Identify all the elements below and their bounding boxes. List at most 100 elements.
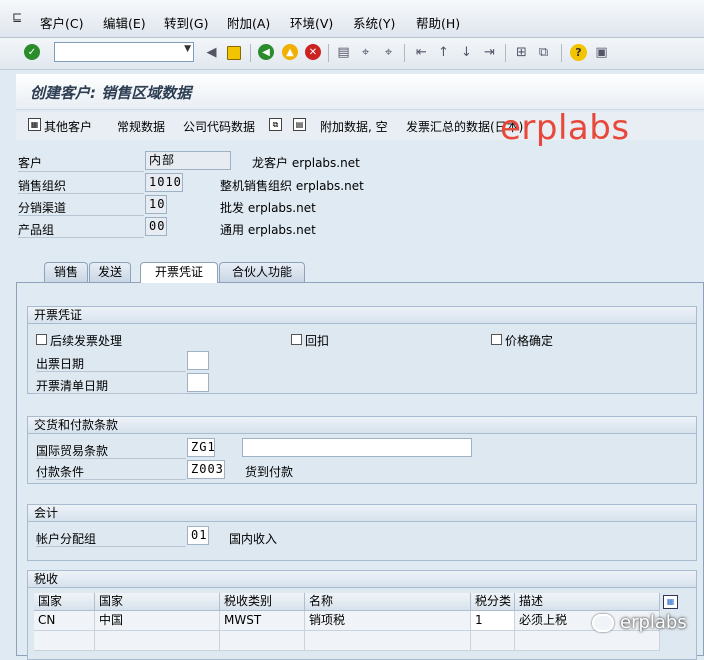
table-cell: 销项税 xyxy=(305,611,471,631)
tab-sales[interactable]: 销售 xyxy=(44,262,88,282)
tab-partner-functions[interactable]: 合伙人功能 xyxy=(219,262,305,282)
page-title: 创建客户: 销售区域数据 xyxy=(30,84,192,102)
underline xyxy=(36,479,186,480)
accounting-group: 会计 帐户分配组 01 国内收入 xyxy=(27,504,697,561)
sales-org-field[interactable]: 1010 xyxy=(145,173,183,192)
underline xyxy=(18,237,144,238)
underline xyxy=(36,458,186,459)
column-header-description[interactable]: 描述 xyxy=(515,593,660,611)
tab-billing[interactable]: 开票凭证 xyxy=(140,262,218,283)
layout-icon[interactable]: ▣ xyxy=(593,44,610,61)
shortcut-icon[interactable]: ⧉ xyxy=(535,44,552,61)
system-menu-icon[interactable]: ⊑ xyxy=(12,10,28,24)
print-icon[interactable]: ▤ xyxy=(335,44,352,61)
prev-page-icon[interactable]: ↑ xyxy=(435,44,452,61)
menu-customer[interactable]: 客户(C) xyxy=(40,13,83,32)
additional-data-button[interactable]: 附加数据, 空 xyxy=(320,118,388,135)
price-determination-checkbox[interactable] xyxy=(491,334,502,345)
rebate-label: 回扣 xyxy=(305,334,330,348)
tax-class-input[interactable]: 1 xyxy=(471,611,515,631)
command-field[interactable]: ▼ xyxy=(54,42,194,62)
menu-goto[interactable]: 转到(G) xyxy=(164,13,208,32)
find-next-icon[interactable]: ⌖ xyxy=(380,44,397,61)
table-cell: CN xyxy=(34,611,95,631)
customer-field[interactable]: 内部 xyxy=(145,151,231,170)
acct-group-desc: 国内收入 xyxy=(229,532,278,546)
table-cell xyxy=(471,631,515,651)
help-icon[interactable]: ? xyxy=(570,44,587,61)
table-cell: MWST xyxy=(220,611,305,631)
toolbar-separator xyxy=(250,44,251,62)
column-header-country-name[interactable]: 国家 xyxy=(95,593,220,611)
column-header-tax-class[interactable]: 税分类 xyxy=(471,593,515,611)
invoice-list-dates-label: 开票清单日期 xyxy=(36,379,109,393)
tab-panel: 开票凭证 后续发票处理 回扣 价格确定 出票日期 开票清单日期 交货和付款条款 … xyxy=(16,282,704,660)
delivery-payment-title: 交货和付款条款 xyxy=(28,417,696,434)
column-header-country[interactable]: 国家 xyxy=(34,593,95,611)
menu-extras[interactable]: 附加(A) xyxy=(227,13,270,32)
menu-edit[interactable]: 编辑(E) xyxy=(103,13,146,32)
column-header-tax-category[interactable]: 税收类别 xyxy=(220,593,305,611)
toolbar-separator xyxy=(561,44,562,62)
chevron-down-icon[interactable]: ▼ xyxy=(184,44,191,54)
sales-org-desc: 整机销售组织 erplabs.net xyxy=(220,179,364,193)
division-field[interactable]: 00 xyxy=(145,217,167,236)
table-cell xyxy=(220,631,305,651)
next-page-icon[interactable]: ↓ xyxy=(458,44,475,61)
general-data-button[interactable]: 常规数据 xyxy=(117,118,165,135)
table-cell: 中国 xyxy=(95,611,220,631)
incoterms-field[interactable]: ZG1 xyxy=(187,438,215,457)
menu-system[interactable]: 系统(Y) xyxy=(353,13,395,32)
menu-help[interactable]: 帮助(H) xyxy=(416,13,460,32)
copy-icon[interactable]: ⧉ xyxy=(269,118,282,131)
accounting-title: 会计 xyxy=(28,505,696,522)
menu-environment[interactable]: 环境(V) xyxy=(290,13,333,32)
other-customer-button[interactable]: 其他客户 xyxy=(44,118,92,135)
incoterms-label: 国际贸易条款 xyxy=(36,444,109,458)
create-session-icon[interactable]: ⊞ xyxy=(513,44,530,61)
table-cell xyxy=(95,631,220,651)
table-cell xyxy=(515,631,660,651)
exit-icon[interactable]: ▲ xyxy=(282,44,298,60)
screen-title-bar: 创建客户: 销售区域数据 xyxy=(16,74,704,110)
invoice-dates-field[interactable] xyxy=(187,351,209,370)
save-icon[interactable] xyxy=(227,46,241,60)
acct-group-field[interactable]: 01 xyxy=(187,526,209,545)
incoterms-part2-field[interactable] xyxy=(242,438,472,457)
underline xyxy=(18,171,144,172)
last-page-icon[interactable]: ⇥ xyxy=(481,44,498,61)
toolbar-separator xyxy=(328,44,329,62)
menu-bar: ⊑ 客户(C) 编辑(E) 转到(G) 附加(A) 环境(V) 系统(Y) 帮助… xyxy=(0,0,704,38)
underline xyxy=(36,371,186,372)
dist-channel-field[interactable]: 10 xyxy=(145,195,167,214)
payment-terms-label: 付款条件 xyxy=(36,465,85,479)
customer-label: 客户 xyxy=(18,156,43,170)
acct-group-label: 帐户分配组 xyxy=(36,532,97,546)
underline xyxy=(36,546,186,547)
standard-toolbar: ✓ ▼ ◀ ◀ ▲ ✕ ▤ ⌖ ⌖ ⇤ ↑ ↓ ⇥ ⊞ ⧉ ? ▣ xyxy=(0,38,704,70)
back-arrow-icon[interactable]: ◀ xyxy=(203,44,220,61)
invoice-list-dates-field[interactable] xyxy=(187,373,209,392)
find-icon[interactable]: ⌖ xyxy=(357,44,374,61)
rebate-checkbox[interactable] xyxy=(291,334,302,345)
subsequent-invoice-checkbox[interactable] xyxy=(36,334,47,345)
first-page-icon[interactable]: ⇤ xyxy=(413,44,430,61)
cancel-icon[interactable]: ✕ xyxy=(305,44,321,60)
billing-group: 开票凭证 后续发票处理 回扣 价格确定 出票日期 开票清单日期 xyxy=(27,306,697,394)
tab-shipping[interactable]: 发送 xyxy=(89,262,131,282)
division-label: 产品组 xyxy=(18,223,55,237)
wechat-watermark: erplabs xyxy=(620,612,687,633)
customer-desc: 龙客户 erplabs.net xyxy=(252,156,360,170)
company-code-data-button[interactable]: 公司代码数据 xyxy=(183,118,255,135)
other-customer-icon[interactable]: ▦ xyxy=(28,118,41,131)
column-header-name[interactable]: 名称 xyxy=(305,593,471,611)
payment-terms-field[interactable]: Z003 xyxy=(187,460,225,479)
table-cell xyxy=(34,631,95,651)
taxes-title: 税收 xyxy=(28,571,696,588)
back-icon[interactable]: ◀ xyxy=(258,44,274,60)
dist-channel-label: 分销渠道 xyxy=(18,201,67,215)
document-icon[interactable]: ▤ xyxy=(293,118,306,131)
table-settings-icon[interactable]: ▦ xyxy=(663,595,678,609)
enter-icon[interactable]: ✓ xyxy=(24,44,40,60)
toolbar-separator xyxy=(505,44,506,62)
